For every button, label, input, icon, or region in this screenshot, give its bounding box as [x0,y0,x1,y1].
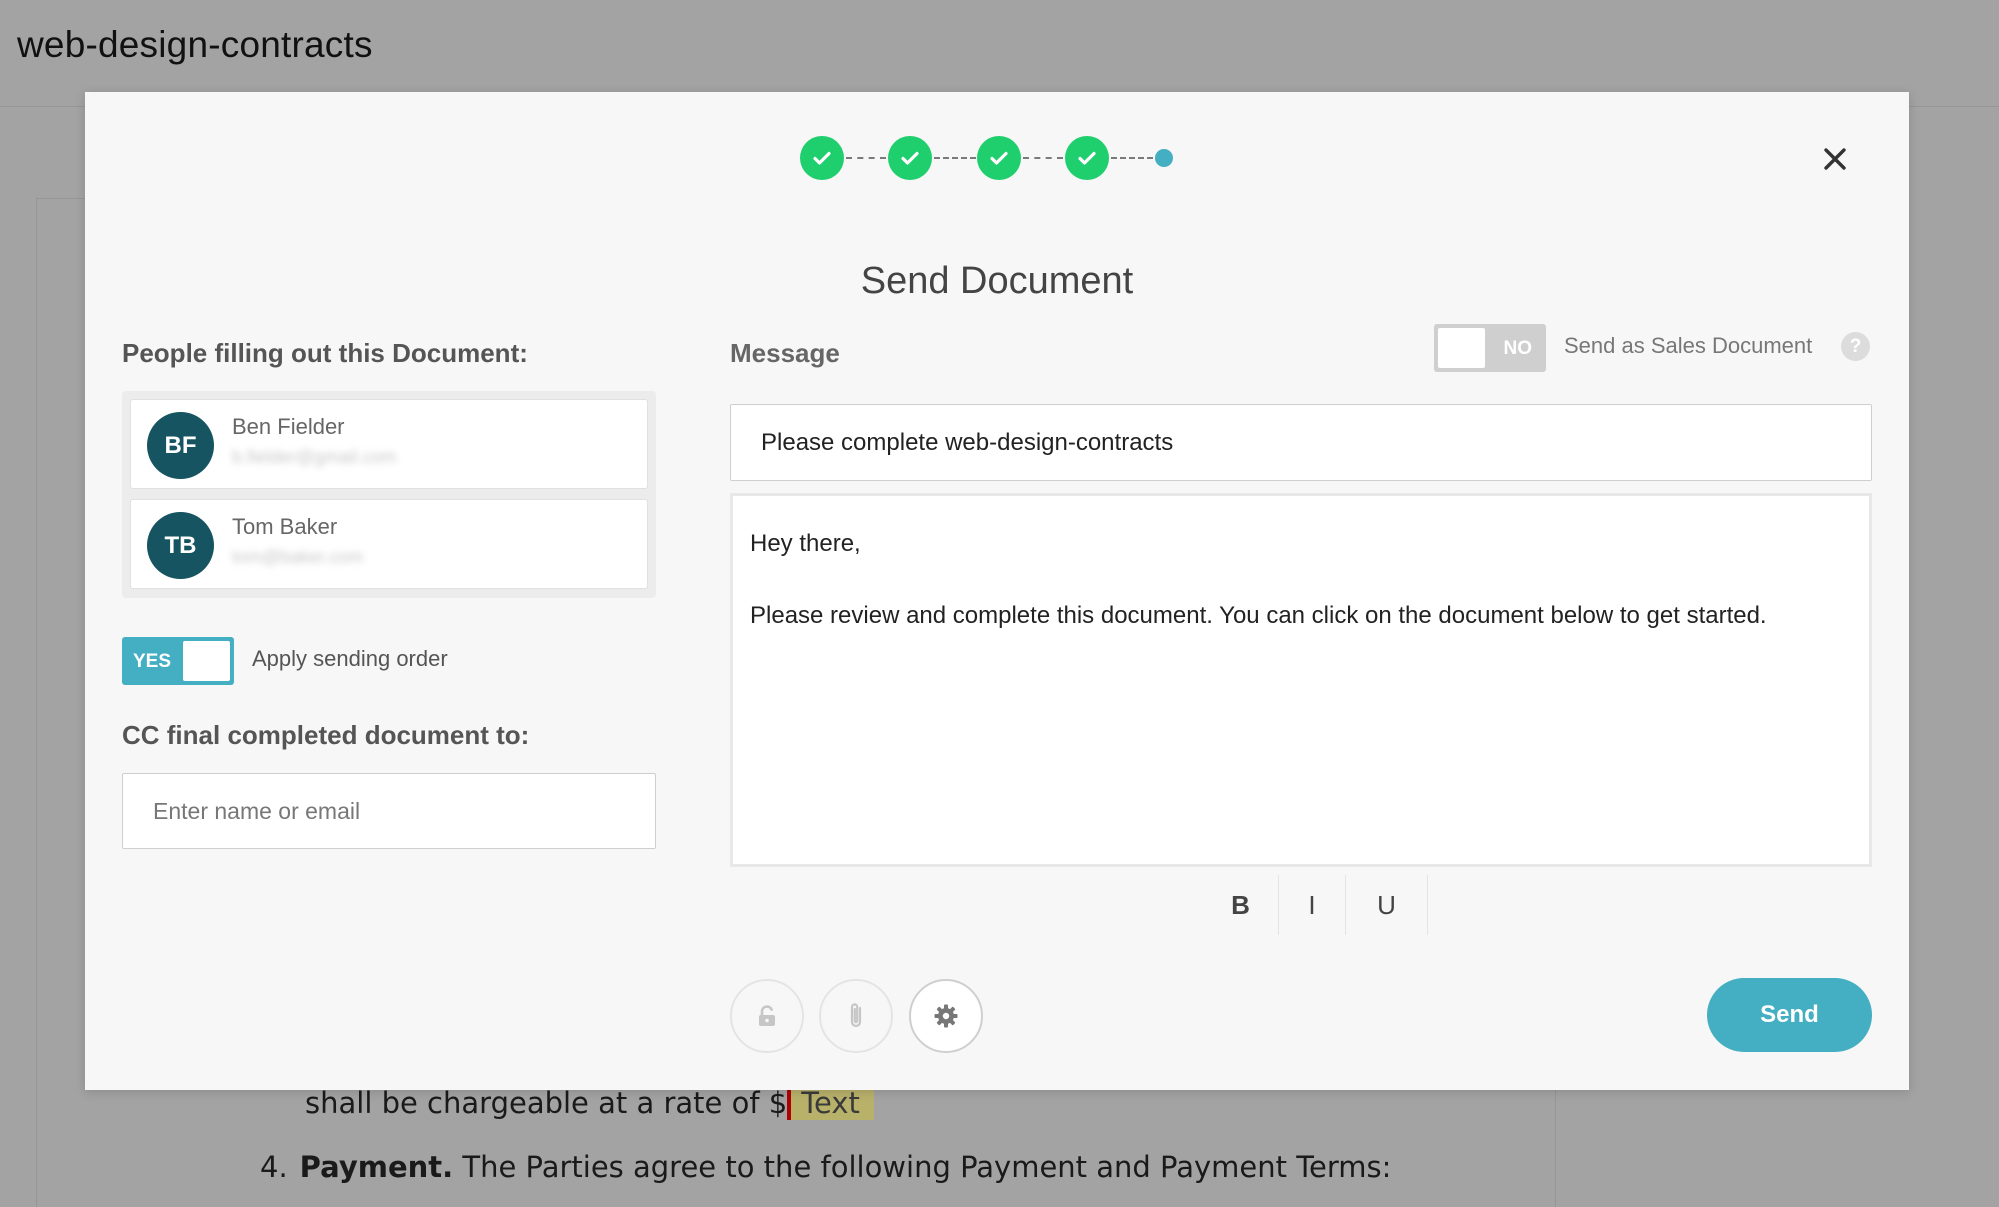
toggle-state-label: NO [1503,338,1533,359]
toggle-knob [183,641,230,681]
underline-button[interactable]: U [1345,875,1428,935]
person-card[interactable]: TB Tom Baker tom@baker.com [130,499,648,589]
step-2-complete [888,136,932,180]
cc-label: CC final completed document to: [122,720,530,750]
step-3-complete [977,136,1021,180]
send-button[interactable]: Send [1707,978,1872,1052]
people-label: People filling out this Document: [122,338,528,368]
toggle-knob [1438,328,1485,368]
subject-input[interactable] [730,404,1872,481]
modal-title: Send Document [860,260,1134,302]
message-greeting: Hey there, [750,530,861,557]
step-connector [1023,157,1063,159]
step-connector [846,157,886,159]
format-toolbar: B I U [1203,875,1428,935]
check-icon [901,151,919,165]
close-icon [1824,148,1846,170]
sending-order-toggle[interactable]: YES [122,637,234,685]
document-clause-number: 4. [260,1150,288,1184]
message-label: Message [730,338,840,368]
person-name: Ben Fielder [232,414,345,439]
app-header: web-design-contracts [0,0,1999,107]
person-email: b.fielder@gmail.com [232,447,397,467]
avatar: TB [147,512,214,579]
settings-button[interactable] [909,979,983,1053]
lock-icon [759,1005,775,1026]
document-clause-text: The Parties agree to the following Payme… [453,1150,1392,1184]
document-line-text: shall be chargeable at a rate of $ [305,1086,788,1120]
paperclip-icon [850,1003,862,1028]
bold-button[interactable]: B [1203,875,1278,935]
people-list: BF Ben Fielder b.fielder@gmail.com TB To… [122,391,656,598]
italic-button[interactable]: I [1278,875,1345,935]
lock-button[interactable] [730,979,804,1053]
message-text: Please review and complete this document… [750,602,1767,629]
close-button[interactable] [1812,136,1858,182]
person-card[interactable]: BF Ben Fielder b.fielder@gmail.com [130,399,648,489]
toggle-state-label: YES [133,651,172,672]
check-icon [813,151,831,165]
step-connector [1111,157,1153,159]
check-icon [1078,151,1096,165]
person-email: tom@baker.com [232,547,364,567]
check-icon [990,151,1008,165]
document-line-payment: 4. Payment. The Parties agree to the foll… [260,1150,1391,1184]
sales-document-toggle[interactable]: NO [1434,324,1546,372]
step-1-complete [800,136,844,180]
step-4-complete [1065,136,1109,180]
step-connector [934,157,976,159]
sending-order-label: Apply sending order [252,646,448,671]
help-icon[interactable]: ? [1841,332,1870,361]
progress-stepper [800,134,1190,184]
document-text-field[interactable]: Text [787,1086,874,1120]
avatar: BF [147,412,214,479]
document-clause-title: Payment. [299,1150,454,1184]
message-body-editor[interactable]: Hey there, Please review and complete th… [730,493,1872,867]
gear-icon [934,1004,958,1028]
step-5-current [1155,149,1173,167]
person-name: Tom Baker [232,514,338,539]
send-document-modal: Send Document People filling out this Do… [85,92,1909,1090]
cc-input[interactable] [122,773,656,849]
sales-document-label: Send as Sales Document [1564,333,1813,358]
attach-button[interactable] [819,979,893,1053]
app-title: web-design-contracts [17,24,373,65]
document-line-rate: shall be chargeable at a rate of $ Text [305,1086,874,1120]
